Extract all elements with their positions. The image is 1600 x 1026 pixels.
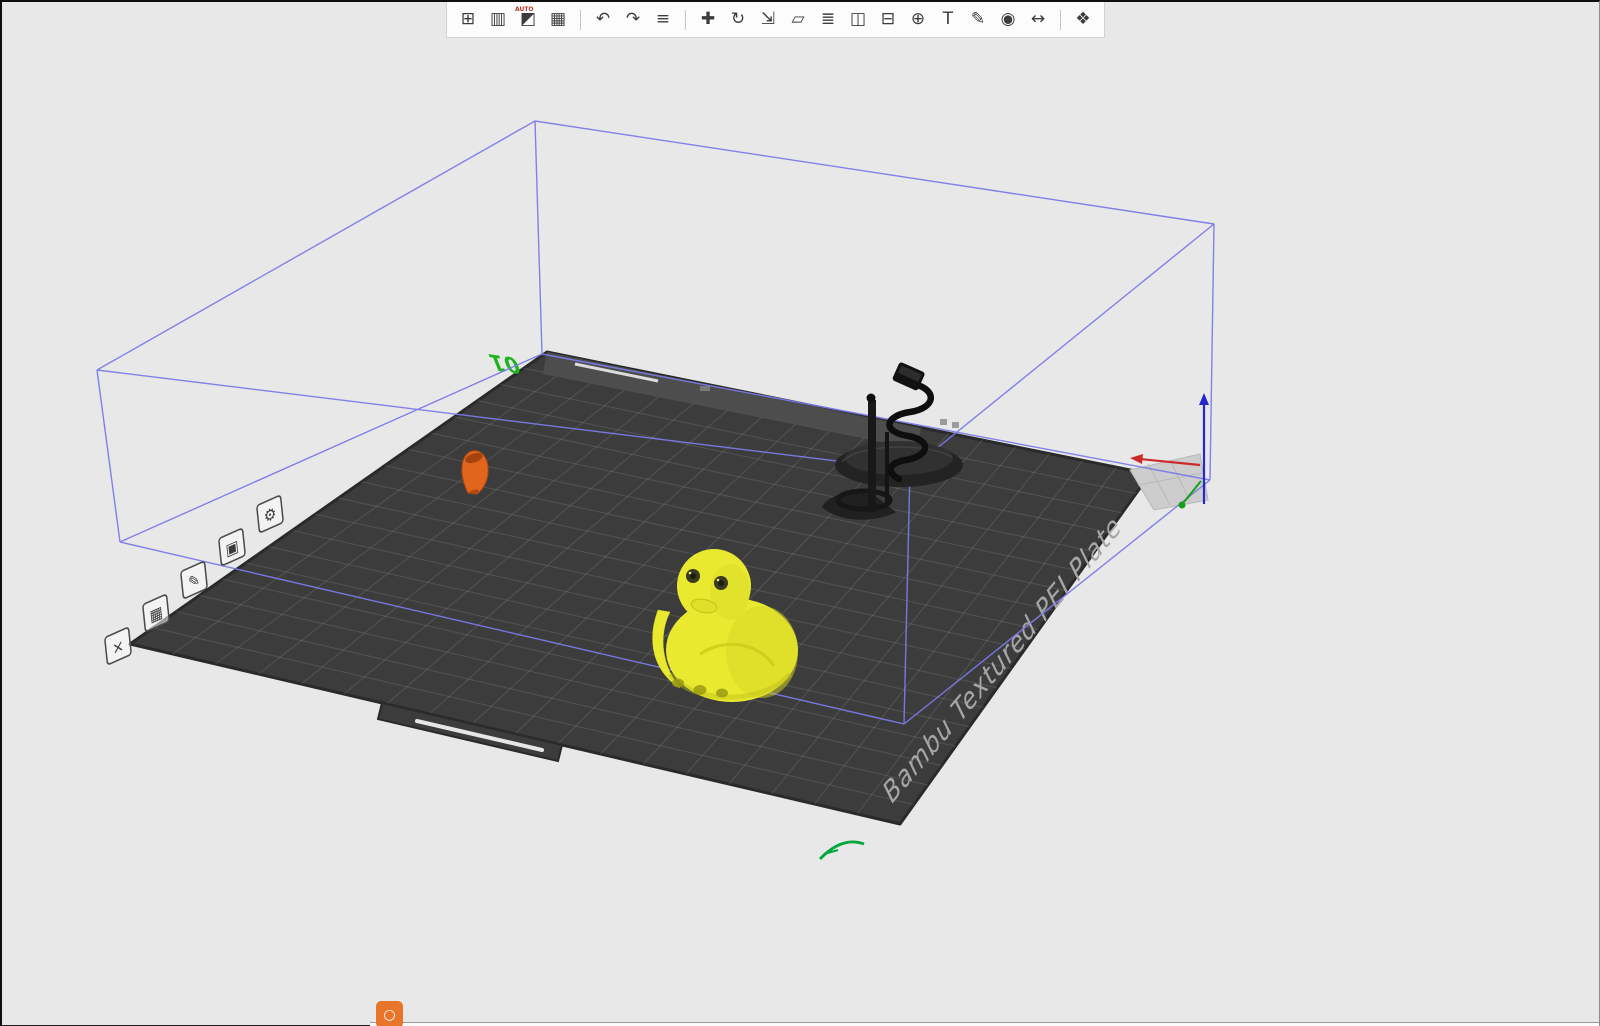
plate-lock-plate-icon[interactable]: ▣ — [218, 528, 246, 566]
toolbar-auto-orient-button[interactable]: ◩ AUTO — [514, 6, 542, 34]
toolbar-mesh-boolean-button[interactable]: ⊕ — [904, 6, 932, 34]
plate-plate-settings-icon[interactable]: ⚙ — [256, 495, 284, 533]
toolbar-support-paint-button[interactable]: ✎ — [964, 6, 992, 34]
toolbar-undo-button[interactable]: ↶ — [589, 6, 617, 34]
top-toolbar: ⊞ ▥ ◩ AUTO ▦ ↶ ↷ ≡ ✚ ↻ ⇲ ▱ ≣ ◫ ⊟ ⊕ T ✎ ◉ ↔ ❖ — [446, 2, 1105, 38]
bottom-app-icon-glyph: ○ — [383, 1006, 396, 1023]
viewport-3d[interactable]: Bambu Textured PEI Plate 01 ⚙ ▣ ✎ ▦ × — [2, 2, 1600, 1026]
plate-band-mark — [700, 386, 710, 391]
toolbar-divider — [580, 9, 581, 30]
build-plate[interactable] — [128, 350, 1152, 826]
toolbar-place-on-face-button[interactable]: ▱ — [784, 6, 812, 34]
toolbar-divider — [685, 9, 686, 30]
toolbar-variable-layer-height-button[interactable]: ≣ — [814, 6, 842, 34]
toolbar-arrange-button[interactable]: ▦ — [544, 6, 572, 34]
toolbar-move-button[interactable]: ✚ — [694, 6, 722, 34]
toolbar-divider — [1060, 9, 1061, 30]
plate-delete-plate-icon[interactable]: × — [104, 627, 132, 665]
toolbar-object-list-button[interactable]: ≡ — [649, 6, 677, 34]
toolbar-add-plate-button[interactable]: ▥ — [484, 6, 512, 34]
toolbar-text-button[interactable]: T — [934, 6, 962, 34]
toolbar-seam-paint-button[interactable]: ◉ — [994, 6, 1022, 34]
scene-canvas[interactable]: Bambu Textured PEI Plate01⚙▣✎▦× — [2, 2, 1600, 1026]
bottom-strip — [370, 1022, 1599, 1026]
bottom-app-icon[interactable]: ○ — [376, 1001, 403, 1026]
plate-band-mark — [952, 422, 959, 428]
toolbar-assembly-view-button[interactable]: ❖ — [1069, 6, 1097, 34]
toolbar-split-to-parts-button[interactable]: ⊟ — [874, 6, 902, 34]
toolbar-add-button[interactable]: ⊞ — [454, 6, 482, 34]
app-window: Bambu Textured PEI Plate 01 ⚙ ▣ ✎ ▦ × ⊞ ▥ ◩ AUTO ▦… — [0, 0, 1600, 1026]
toolbar-redo-button[interactable]: ↷ — [619, 6, 647, 34]
toolbar-measure-button[interactable]: ↔ — [1024, 6, 1052, 34]
toolbar-rotate-button[interactable]: ↻ — [724, 6, 752, 34]
plate-edge-marker — [818, 840, 865, 860]
toolbar-split-to-objects-button[interactable]: ◫ — [844, 6, 872, 34]
toolbar-auto-badge: AUTO — [515, 5, 534, 13]
toolbar-scale-button[interactable]: ⇲ — [754, 6, 782, 34]
plate-band-mark — [940, 419, 947, 425]
plate-number-label: 01 — [485, 348, 524, 378]
